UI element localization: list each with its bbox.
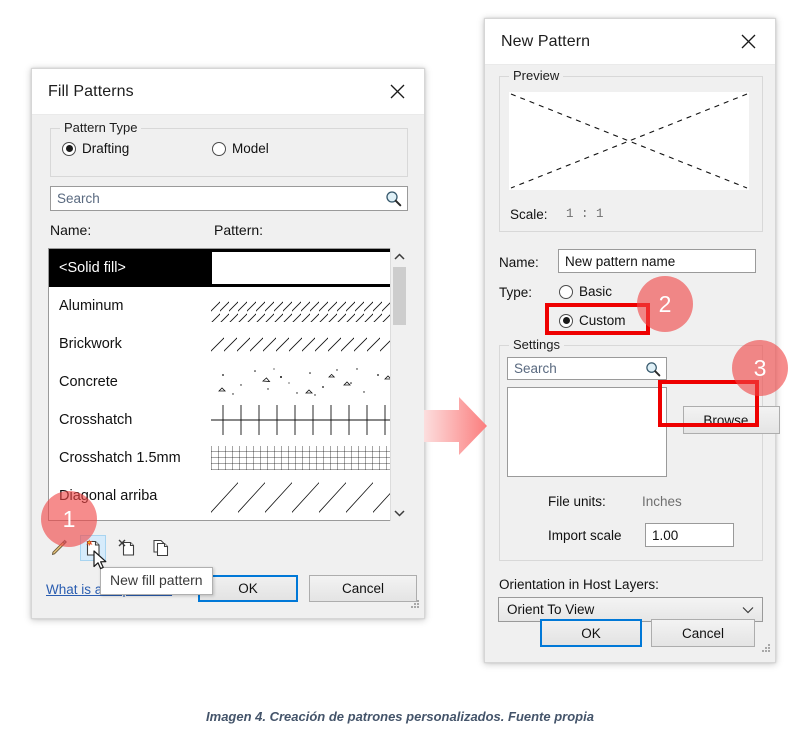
settings-search-input[interactable]: Search (507, 357, 667, 380)
file-units-label: File units: (548, 494, 606, 509)
settings-search-placeholder: Search (514, 361, 557, 376)
pattern-name: Aluminum (59, 298, 124, 314)
new-pattern-titlebar: New Pattern (485, 19, 775, 65)
radio-custom-indicator[interactable] (559, 313, 573, 328)
pattern-swatch-crosshatch (211, 401, 407, 439)
settings-file-list[interactable] (507, 387, 667, 477)
column-header-name: Name: (50, 222, 92, 238)
pattern-swatch-diagonal (211, 477, 407, 515)
annotation-badge-3: 3 (732, 340, 788, 396)
pattern-name: Brickwork (59, 336, 122, 352)
resize-grip[interactable] (761, 640, 771, 658)
fill-patterns-title: Fill Patterns (48, 82, 134, 100)
delete-page-icon[interactable] (114, 535, 140, 561)
import-scale-label: Import scale (548, 528, 622, 543)
table-row[interactable]: Diagonal arriba (49, 477, 407, 515)
scale-value: 1 : 1 (566, 207, 604, 221)
orientation-value: Orient To View (507, 602, 595, 617)
scroll-down-icon[interactable] (391, 504, 408, 521)
pattern-name: Concrete (59, 374, 118, 390)
radio-custom-label: Custom (579, 313, 626, 328)
table-row[interactable]: Aluminum (49, 287, 407, 325)
annotation-badge-2-label: 2 (658, 290, 672, 317)
pattern-name: Crosshatch (59, 412, 133, 428)
pattern-list[interactable]: <Solid fill> Aluminum Brickwork Concrete… (48, 248, 408, 521)
type-label: Type: (499, 285, 533, 300)
annotation-badge-1: 1 (41, 491, 97, 547)
resize-grip[interactable] (410, 596, 420, 614)
annotation-badge-2: 2 (637, 276, 693, 332)
close-icon[interactable] (384, 79, 410, 105)
radio-model[interactable]: Model (212, 141, 269, 156)
figure-caption: Imagen 4. Creación de patrones personali… (206, 709, 594, 724)
table-row[interactable]: Crosshatch 1.5mm (49, 439, 407, 477)
pattern-swatch-brickwork (211, 325, 407, 363)
settings-legend: Settings (509, 337, 564, 352)
table-row[interactable]: <Solid fill> (49, 249, 407, 287)
browse-button[interactable]: Browse... (683, 406, 780, 434)
pattern-name-value: New pattern name (565, 253, 676, 269)
name-label: Name: (499, 255, 539, 270)
column-header-pattern: Pattern: (214, 222, 264, 238)
pattern-swatch-concrete (211, 363, 407, 401)
fill-patterns-titlebar: Fill Patterns (32, 69, 424, 115)
chevron-down-icon[interactable] (742, 606, 754, 614)
copy-page-icon[interactable] (148, 535, 174, 561)
cancel-button[interactable]: Cancel (651, 619, 755, 647)
new-pattern-dialog: New Pattern Preview Scale: 1 : 1 Name: N… (484, 18, 780, 663)
radio-drafting-indicator[interactable] (62, 141, 76, 156)
radio-basic[interactable]: Basic (559, 284, 612, 299)
scroll-up-icon[interactable] (391, 248, 408, 265)
radio-basic-label: Basic (579, 284, 613, 299)
pattern-type-legend: Pattern Type (60, 120, 142, 135)
pattern-swatch-aluminum (211, 287, 407, 325)
flow-arrow-icon (424, 395, 494, 465)
close-icon[interactable] (735, 29, 761, 55)
annotation-badge-3-label: 3 (753, 354, 767, 381)
tooltip-text: New fill pattern (110, 572, 203, 588)
radio-drafting-label: Drafting (82, 141, 130, 156)
scale-label: Scale: (510, 207, 548, 222)
scrollbar-thumb[interactable] (393, 267, 406, 325)
orientation-label: Orientation in Host Layers: (499, 577, 659, 592)
preview-legend: Preview (509, 68, 564, 83)
pattern-swatch-crosshatch-fine (211, 439, 407, 477)
pattern-name-input[interactable]: New pattern name (558, 249, 756, 273)
cancel-button-label: Cancel (341, 581, 385, 596)
radio-drafting[interactable]: Drafting (62, 141, 129, 156)
magnifier-icon[interactable] (645, 361, 661, 377)
ok-button-label: OK (581, 625, 601, 641)
pattern-name: <Solid fill> (59, 260, 126, 276)
pattern-name: Crosshatch 1.5mm (59, 450, 181, 466)
mouse-cursor-icon (93, 550, 109, 577)
tooltip-new-fill-pattern: New fill pattern (100, 567, 213, 595)
ok-button[interactable]: OK (540, 619, 642, 647)
table-row[interactable]: Crosshatch (49, 401, 407, 439)
table-row[interactable]: Concrete (49, 363, 407, 401)
annotation-badge-1-label: 1 (62, 505, 76, 532)
browse-button-label: Browse... (703, 412, 760, 428)
pattern-swatch-solid (211, 251, 403, 285)
radio-model-label: Model (232, 141, 269, 156)
radio-model-indicator[interactable] (212, 141, 226, 156)
cancel-button[interactable]: Cancel (309, 575, 417, 602)
radio-basic-indicator[interactable] (559, 284, 573, 299)
table-row[interactable]: Brickwork (49, 325, 407, 363)
ok-button[interactable]: OK (198, 575, 298, 602)
radio-custom[interactable]: Custom (559, 313, 626, 328)
new-pattern-title: New Pattern (501, 32, 591, 50)
magnifier-icon[interactable] (385, 190, 402, 207)
file-units-value: Inches (642, 494, 682, 509)
pattern-list-scrollbar[interactable] (390, 248, 408, 521)
preview-canvas (509, 92, 749, 190)
import-scale-value: 1.00 (652, 527, 679, 543)
import-scale-input[interactable]: 1.00 (645, 523, 734, 547)
ok-button-label: OK (238, 581, 258, 596)
search-input[interactable]: Search (50, 186, 408, 211)
search-placeholder: Search (57, 191, 100, 206)
cancel-button-label: Cancel (681, 625, 725, 641)
